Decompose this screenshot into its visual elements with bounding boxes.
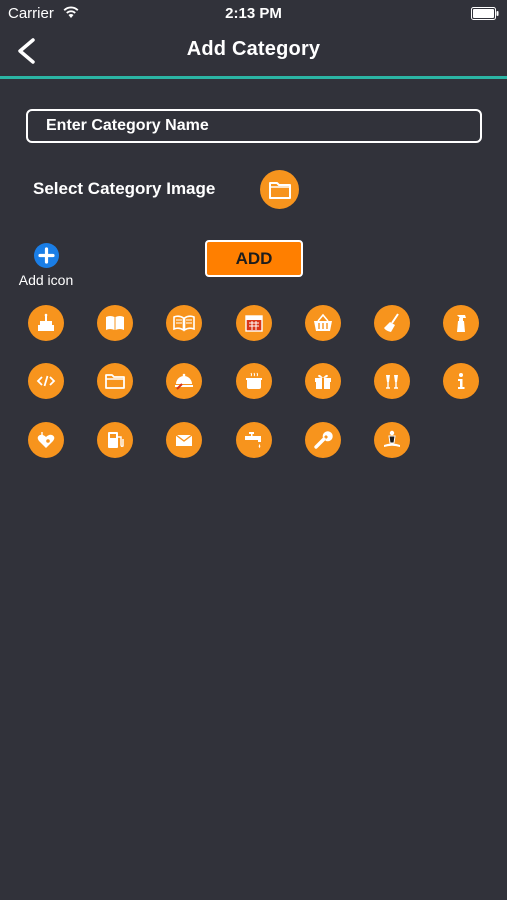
category-icon-person[interactable] xyxy=(374,422,410,458)
open-book-icon xyxy=(173,315,195,332)
category-icon-heart-stethoscope[interactable] xyxy=(28,422,64,458)
category-icon-book[interactable] xyxy=(97,305,133,341)
nav-bar: Add Category xyxy=(0,28,507,76)
wrench-icon xyxy=(314,431,333,449)
fuel-pump-icon xyxy=(108,432,124,448)
category-icon-broom[interactable] xyxy=(374,305,410,341)
category-icon-fuel-pump[interactable] xyxy=(97,422,133,458)
category-icon-folder[interactable] xyxy=(97,363,133,399)
category-icon-food-tray[interactable] xyxy=(166,363,202,399)
mail-icon xyxy=(175,434,193,446)
code-icon xyxy=(36,375,56,387)
broom-icon xyxy=(384,313,399,332)
status-time: 2:13 PM xyxy=(225,5,282,22)
category-icon-water-tap[interactable] xyxy=(236,422,272,458)
folder-icon xyxy=(268,181,291,199)
add-icon-label: Add icon xyxy=(18,272,74,288)
gift-icon xyxy=(315,374,331,389)
select-category-image-label: Select Category Image xyxy=(33,179,216,198)
select-category-image-button[interactable] xyxy=(260,170,299,209)
category-icon-open-book[interactable] xyxy=(166,305,202,341)
category-name-input[interactable] xyxy=(26,109,482,143)
category-icon-basket[interactable] xyxy=(305,305,341,341)
folder-icon xyxy=(105,374,125,389)
page-title: Add Category xyxy=(186,38,321,60)
category-icon-cooking-pot[interactable] xyxy=(236,363,272,399)
category-icon-info[interactable] xyxy=(443,363,479,399)
category-icon-mail[interactable] xyxy=(166,422,202,458)
status-bar: Carrier 2:13 PM xyxy=(0,0,507,28)
heart-stethoscope-icon xyxy=(37,432,55,448)
category-icon-gift[interactable] xyxy=(305,363,341,399)
category-icon-cake[interactable] xyxy=(28,305,64,341)
basket-icon xyxy=(314,313,332,331)
nav-divider xyxy=(0,76,507,79)
category-icon-spray-bottle[interactable] xyxy=(443,305,479,341)
calendar-icon xyxy=(245,315,263,332)
cake-icon xyxy=(38,313,54,331)
plus-icon xyxy=(38,247,55,264)
spray-bottle-icon xyxy=(457,315,466,332)
battery-icon xyxy=(471,7,499,20)
book-icon xyxy=(106,316,124,330)
category-icon-cheers[interactable] xyxy=(374,363,410,399)
food-tray-icon xyxy=(175,373,193,390)
category-icon-wrench[interactable] xyxy=(305,422,341,458)
category-icon-calendar[interactable] xyxy=(236,305,272,341)
cooking-pot-icon xyxy=(246,372,262,389)
cheers-icon xyxy=(386,375,398,389)
add-button[interactable]: ADD xyxy=(205,240,303,277)
water-tap-icon xyxy=(245,432,261,448)
info-icon xyxy=(458,373,465,389)
person-icon xyxy=(384,430,400,447)
add-icon-button[interactable] xyxy=(34,243,59,268)
category-icon-code[interactable] xyxy=(28,363,64,399)
